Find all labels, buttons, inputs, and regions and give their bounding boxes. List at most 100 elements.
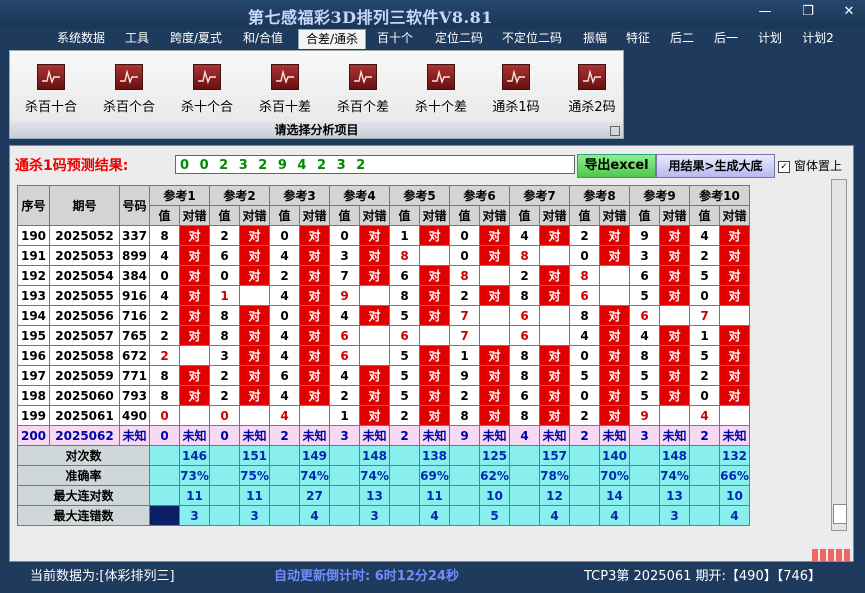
cell-hit [359,285,390,306]
ribbon-button-0[interactable]: 杀百十合 [16,64,86,115]
cell-value: 0 [149,265,180,286]
chart-icon [502,64,530,90]
cell-value: 1 [689,325,720,346]
cell-hit: 对 [419,365,450,386]
result-field[interactable]: 0 0 2 3 2 9 4 2 3 2 [175,155,575,174]
ribbon-button-1[interactable]: 杀百个合 [94,64,164,115]
cell-value: 5 [569,365,600,386]
cell-hit: 对 [419,405,450,426]
cell-value: 5 [629,285,660,306]
cell-value: 5 [629,365,660,386]
menu-item-4[interactable]: 合差/通杀 [298,29,366,49]
menu-item-5[interactable]: 百十个 [374,29,416,48]
checkbox-check-icon[interactable]: ✓ [778,160,790,173]
cell-value: 4 [689,405,720,426]
menu-item-11[interactable]: 后一 [712,29,740,48]
stat-spacer [509,485,540,506]
cell-hit: 对 [479,285,510,306]
cell-value: 3 [209,345,240,366]
cell-hit: 对 [359,385,390,406]
cell-value: 8 [209,325,240,346]
menu-item-1[interactable]: 工具 [123,29,151,48]
cell-hit: 对 [659,365,690,386]
cell-value: 7 [449,325,480,346]
row-number: 337 [119,225,150,246]
table-row: 190 2025052 337 8 对 2 对 0 对 0 对 1 对 0 对 4 对 2 对 9 对 4 对 [17,225,750,246]
ribbon-button-label: 通杀2码 [568,100,616,115]
generate-base-button[interactable]: 用结果>生成大底 [656,154,775,178]
cell-value: 0 [449,225,480,246]
cell-value: 2 [149,305,180,326]
stay-on-top-label: 窗体置上 [794,159,843,173]
menu-item-9[interactable]: 特征 [624,29,652,48]
predict-value: 3 [329,425,360,446]
cell-value: 0 [329,225,360,246]
ribbon-button-5[interactable]: 杀十个差 [406,64,476,115]
cell-hit: 对 [179,305,210,326]
menu-item-0[interactable]: 系统数据 [55,29,107,48]
menu-item-6[interactable]: 定位二码 [432,29,486,48]
stat-spacer [569,445,600,466]
menu-item-8[interactable]: 振幅 [581,29,609,48]
cell-hit [359,325,390,346]
table-row: 197 2025059 771 8 对 2 对 6 对 4 对 5 对 9 对 8 对 5 对 5 对 2 对 [17,365,750,386]
maximize-icon[interactable]: ❐ [797,4,819,19]
chart-icon [578,64,606,90]
cell-value: 2 [449,285,480,306]
dialog-launcher-icon[interactable] [610,126,620,136]
ribbon-button-label: 杀十个差 [414,100,467,115]
stat-value: 149 [299,445,330,466]
predict-value: 2 [389,425,420,446]
predict-unknown: 未知 [599,425,630,446]
row-seq: 198 [17,385,50,406]
vertical-scrollbar[interactable] [831,179,847,531]
menu-item-13[interactable]: 计划2 [800,29,836,48]
predict-unknown: 未知 [539,425,570,446]
export-excel-button[interactable]: 导出excel [577,154,656,178]
cell-value: 4 [269,285,300,306]
cell-value: 0 [569,385,600,406]
cell-hit [419,325,450,346]
row-number: 771 [119,365,150,386]
stat-value: 12 [539,485,570,506]
menu-item-7[interactable]: 不定位二码 [497,29,567,48]
cell-hit: 对 [599,245,630,266]
row-issue: 2025057 [49,325,120,346]
stat-value: 3 [659,505,690,526]
cell-hit [479,325,510,346]
ribbon-button-7[interactable]: 通杀2码 [557,64,627,115]
menu-item-3[interactable]: 和/合值 [240,29,286,48]
stat-value: 13 [359,485,390,506]
scrollbar-thumb[interactable] [833,504,847,524]
ribbon-button-6[interactable]: 通杀1码 [481,64,551,115]
minimize-icon[interactable]: — [754,4,776,19]
cell-hit [659,405,690,426]
stat-spacer [509,465,540,486]
menu-item-12[interactable]: 计划 [756,29,784,48]
cell-value: 8 [509,405,540,426]
ribbon-button-3[interactable]: 杀百十差 [250,64,320,115]
stat-value: 4 [539,505,570,526]
menu-item-2[interactable]: 跨度/夏式 [167,29,225,48]
close-icon[interactable]: ✕ [838,4,860,19]
stay-on-top-checkbox[interactable]: ✓ 窗体置上 [778,157,842,174]
cell-hit [539,325,570,346]
cell-hit: 对 [539,405,570,426]
ribbon-button-4[interactable]: 杀百个差 [328,64,398,115]
cell-value: 1 [389,225,420,246]
stat-row: 准确率 73% 75% 74% 74% 69% 62% 78% 70% 74% 66% [17,465,750,486]
cell-value: 0 [269,305,300,326]
stat-label: 对次数 [17,445,150,466]
predict-unknown: 未知 [359,425,390,446]
header-value: 值 [569,205,600,226]
row-issue: 2025061 [49,405,120,426]
stat-spacer [269,505,300,526]
row-issue: 2025058 [49,345,120,366]
header-value: 值 [389,205,420,226]
cell-value: 9 [629,405,660,426]
ribbon-button-2[interactable]: 杀十个合 [172,64,242,115]
stat-spacer [329,505,360,526]
header-hit: 对错 [359,205,390,226]
cell-value: 2 [569,225,600,246]
menu-item-10[interactable]: 后二 [668,29,696,48]
